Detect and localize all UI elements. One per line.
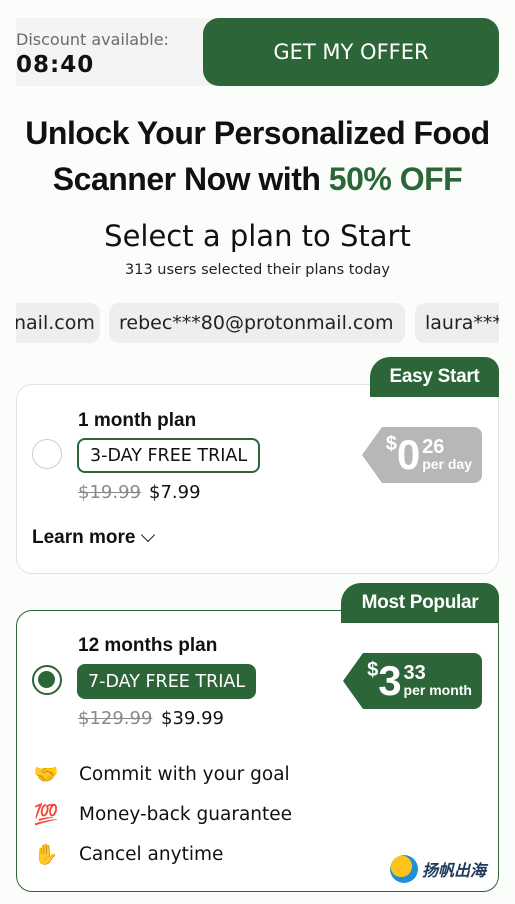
title-line-2: Scanner Now with 50% OFF	[0, 156, 515, 202]
countdown-timer: 08:40	[16, 52, 95, 78]
price-whole: 3	[378, 657, 402, 704]
price-cents: 33	[403, 662, 426, 685]
learn-more-label: Learn more	[32, 527, 136, 548]
plan-card-12-months[interactable]: Most Popular 12 months plan 7-DAY FREE T…	[16, 583, 499, 892]
watermark-text: 扬帆出海	[422, 863, 487, 880]
email-chip: rebec***80@protonmail.com	[109, 303, 405, 343]
trial-badge: 3-DAY FREE TRIAL	[77, 438, 261, 473]
raised-hand-icon: ✋	[33, 843, 59, 866]
chevron-down-icon	[141, 527, 156, 543]
old-price: $129.99	[78, 708, 153, 729]
new-price: $39.99	[161, 708, 224, 729]
old-price: $19.99	[78, 482, 141, 503]
discount-panel: Discount available: 08:40	[16, 18, 216, 86]
plan-card-1-month[interactable]: Easy Start 1 month plan 3-DAY FREE TRIAL…	[16, 357, 499, 574]
title-line-2-prefix: Scanner Now with	[52, 161, 329, 197]
feature-text: Cancel anytime	[79, 843, 224, 865]
plan-subheading: Select a plan to Start	[104, 219, 411, 253]
price-unit: per day	[422, 456, 472, 473]
plan-badge: Easy Start	[370, 357, 499, 397]
plan-name: 12 months plan	[78, 635, 218, 656]
watermark: 扬帆出海	[390, 855, 486, 883]
daily-price-tag: $ 0 26 per day	[361, 427, 482, 483]
page-title: Unlock Your Personalized Food Scanner No…	[0, 110, 515, 202]
plan-name: 1 month plan	[78, 410, 197, 431]
hundred-points-icon: 💯	[33, 803, 59, 826]
users-note: 313 users selected their plans today	[125, 262, 390, 278]
feature-text: Money-back guarantee	[79, 803, 293, 825]
learn-more-toggle[interactable]: Learn more	[32, 527, 156, 549]
feature-text: Commit with your goal	[79, 763, 290, 785]
feature-item: 💯 Money-back guarantee	[31, 799, 292, 829]
monthly-price-tag: $ 3 33 per month	[343, 653, 482, 709]
recent-users-ticker: nail.com rebec***80@protonmail.com laura…	[16, 303, 499, 343]
plan-badge: Most Popular	[341, 583, 499, 623]
price-whole: 0	[396, 431, 421, 478]
price-currency: $	[385, 433, 397, 455]
get-offer-button[interactable]: GET MY OFFER	[203, 18, 499, 86]
plan-radio[interactable]	[32, 439, 62, 469]
handshake-icon: 🤝	[33, 763, 59, 786]
title-line-1: Unlock Your Personalized Food	[25, 115, 490, 151]
email-chip: nail.com	[16, 303, 100, 343]
discount-highlight: 50% OFF	[328, 161, 463, 197]
plan-radio-selected[interactable]	[32, 665, 62, 695]
trial-badge: 7-DAY FREE TRIAL	[77, 664, 257, 699]
price-cents: 26	[422, 436, 445, 459]
discount-label: Discount available:	[16, 30, 169, 49]
new-price: $7.99	[149, 482, 201, 503]
feature-item: 🤝 Commit with your goal	[31, 759, 290, 789]
watermark-logo-icon	[390, 855, 418, 883]
price-unit: per month	[403, 682, 472, 699]
price-currency: $	[367, 659, 379, 681]
feature-item: ✋ Cancel anytime	[31, 839, 224, 869]
email-chip: laura***	[415, 303, 499, 343]
